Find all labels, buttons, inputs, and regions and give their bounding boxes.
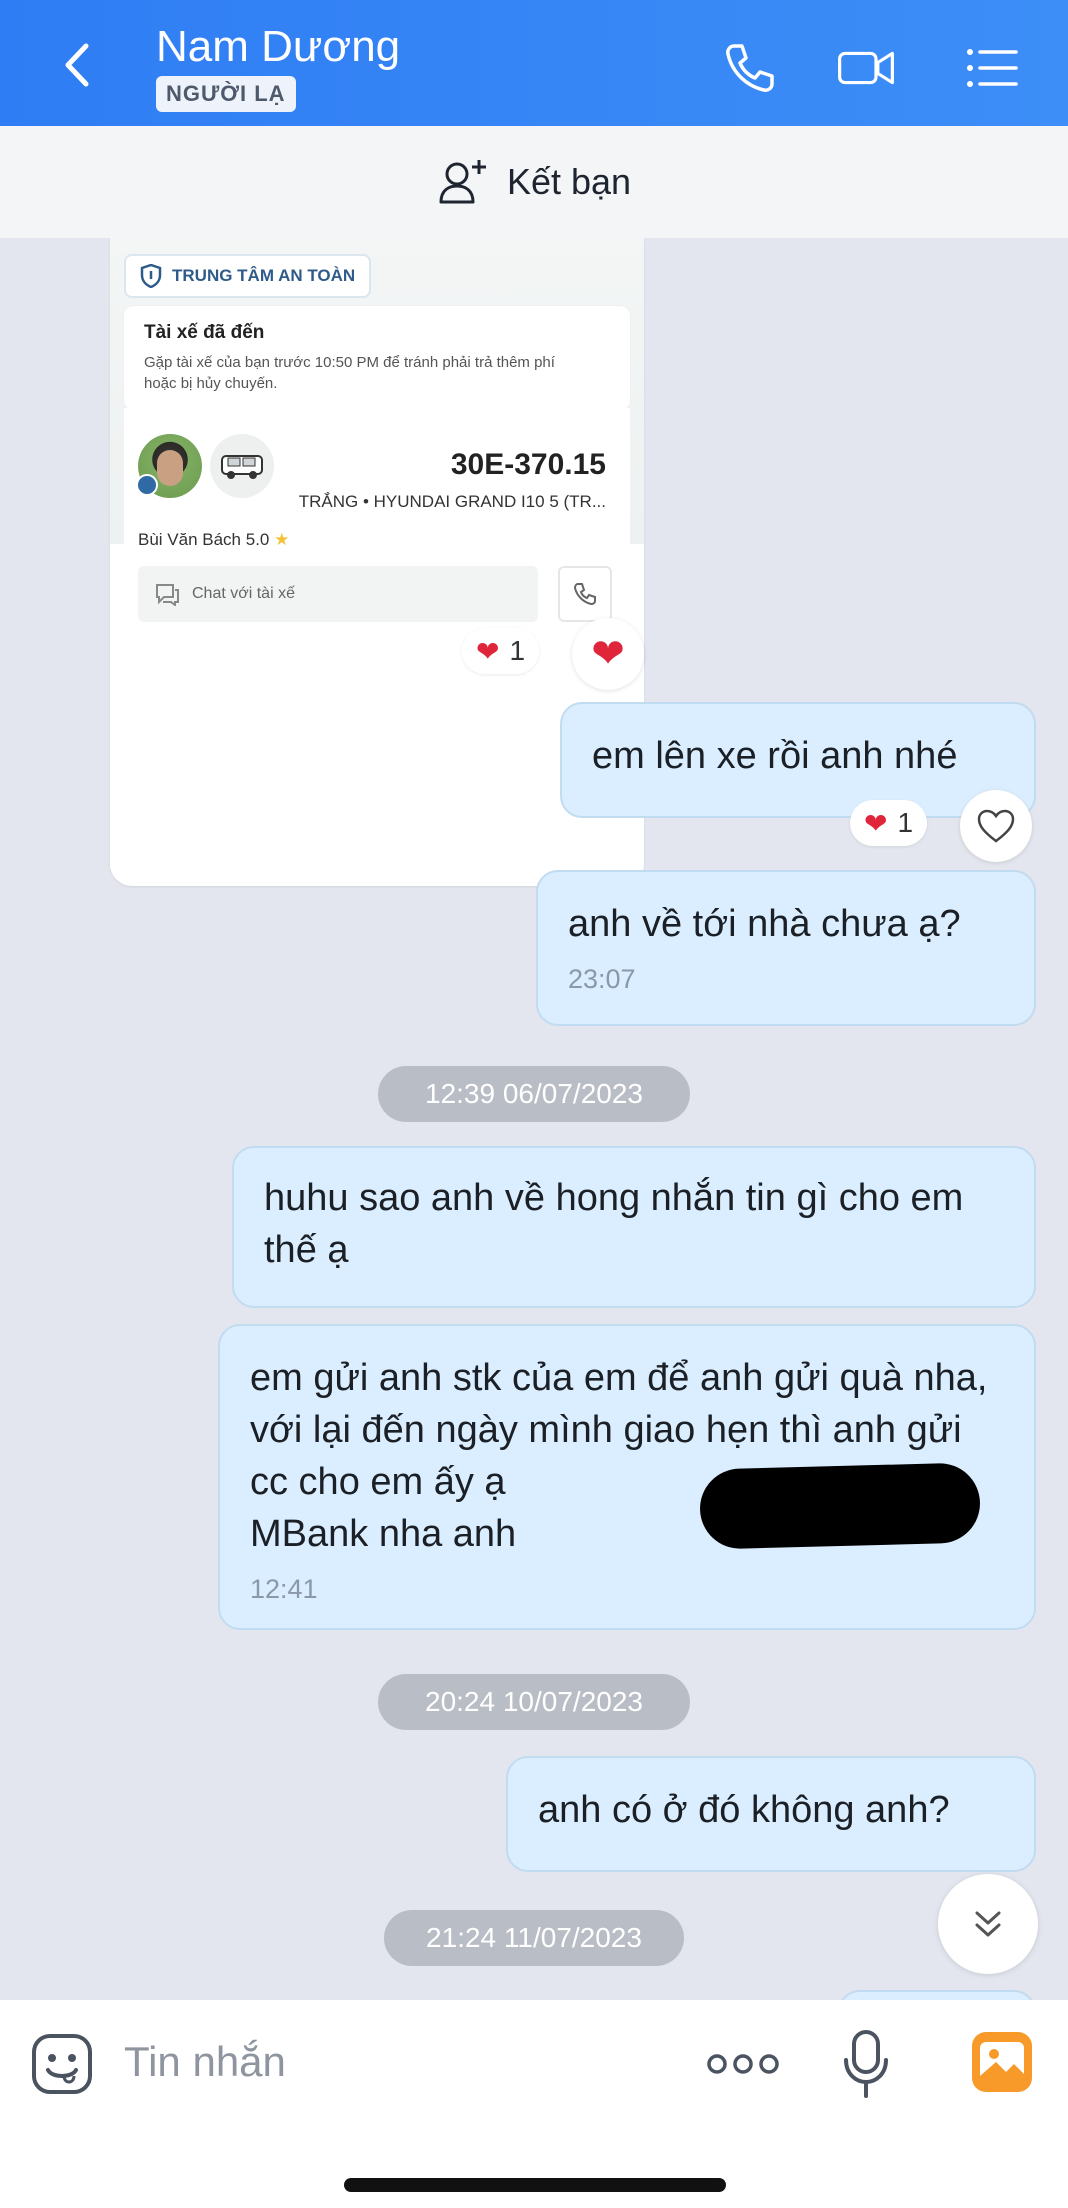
message-text: anh có ở đó không anh? — [538, 1789, 950, 1831]
safety-center-chip: TRUNG TÂM AN TOÀN — [124, 254, 372, 298]
driver-name: Bùi Văn Bách — [138, 530, 242, 549]
react-heart-button[interactable]: ❤ — [572, 618, 644, 690]
message-bubble[interactable]: em lên xe rồi anh nhé — [560, 702, 1036, 818]
message-text: huhu sao anh về hong nhắn tin gì cho em … — [264, 1177, 964, 1271]
driver-avatar — [136, 434, 202, 498]
arrived-text-1: Gặp tài xế của bạn trước 10:50 PM để trá… — [144, 354, 555, 371]
chat-driver-field: Chat với tài xế — [138, 566, 538, 622]
stranger-badge: NGƯỜI LẠ — [156, 76, 296, 112]
back-arrow-icon[interactable] — [54, 40, 104, 90]
message-text: em lên xe rồi anh nhé — [592, 735, 958, 777]
driver-rating: 5.0 — [245, 530, 270, 549]
double-chevron-down-icon — [975, 1911, 1001, 1937]
video-call-icon[interactable] — [836, 38, 896, 98]
reaction-count: 1 — [897, 807, 914, 838]
chat-bubble-icon — [156, 584, 179, 606]
gallery-icon[interactable] — [970, 2030, 1034, 2094]
date-separator: 20:24 10/07/2023 — [378, 1674, 690, 1730]
message-time: 12:41 — [250, 1574, 318, 1604]
verified-badge-icon — [136, 474, 158, 496]
sticker-icon[interactable] — [30, 2032, 94, 2096]
message-text-2: MBank nha anh — [250, 1513, 517, 1555]
reaction-summary[interactable]: ❤ 1 — [462, 628, 540, 674]
reaction-count: 1 — [509, 635, 526, 666]
add-friend-button[interactable]: Kết bạn — [0, 126, 1068, 238]
call-driver-icon — [558, 566, 612, 622]
chat-header: Nam Dương NGƯỜI LẠ — [0, 0, 1068, 126]
contact-name[interactable]: Nam Dương — [156, 22, 400, 72]
message-input[interactable]: Tin nhắn — [124, 2038, 286, 2086]
license-plate: 30E-370.15 — [450, 448, 606, 481]
phone-icon[interactable] — [720, 38, 780, 98]
message-text: anh về tới nhà chưa ạ? — [568, 903, 961, 945]
car-info: TRẮNG • HYUNDAI GRAND I10 5 (TR... — [298, 492, 606, 511]
message-input-bar: Tin nhắn — [0, 2000, 1068, 2208]
add-friend-label: Kết bạn — [506, 161, 632, 202]
car-icon — [210, 434, 274, 498]
reaction-summary[interactable]: ❤ 1 — [850, 800, 928, 846]
more-options-icon[interactable] — [706, 2046, 780, 2082]
date-text: 21:24 11/07/2023 — [426, 1922, 642, 1953]
heart-icon: ❤ — [476, 635, 500, 667]
star-icon: ★ — [274, 530, 290, 549]
message-bubble[interactable]: anh có ở đó không anh? — [506, 1756, 1036, 1872]
shield-icon — [140, 264, 162, 288]
message-bubble[interactable]: anh về tới nhà chưa ạ? 23:07 — [536, 870, 1036, 1026]
message-time: 23:07 — [568, 964, 636, 994]
home-indicator — [344, 2178, 726, 2192]
microphone-icon[interactable] — [840, 2028, 892, 2100]
driver-name-rating: Bùi Văn Bách 5.0 ★ — [138, 530, 289, 550]
react-button[interactable] — [960, 790, 1032, 862]
heart-filled-icon: ❤ — [591, 632, 625, 676]
chat-driver-label: Chat với tài xế — [192, 585, 295, 602]
scroll-to-bottom-button[interactable] — [938, 1874, 1038, 1974]
message-list[interactable]: TRUNG TÂM AN TOÀN Tài xế đã đến Gặp tài … — [0, 238, 1068, 2000]
menu-icon[interactable] — [962, 38, 1022, 98]
message-bubble-partial[interactable] — [838, 1990, 1036, 2000]
arrived-text-2: hoặc bị hủy chuyến. — [144, 375, 278, 392]
driver-panel: 30E-370.15 TRẮNG • HYUNDAI GRAND I10 5 (… — [124, 408, 630, 630]
driver-arrived-panel: Tài xế đã đến Gặp tài xế của bạn trước 1… — [124, 306, 630, 410]
arrived-title: Tài xế đã đến — [144, 322, 265, 343]
date-separator: 12:39 06/07/2023 — [378, 1066, 690, 1122]
safety-label: TRUNG TÂM AN TOÀN — [172, 266, 356, 285]
message-bubble[interactable]: huhu sao anh về hong nhắn tin gì cho em … — [232, 1146, 1036, 1308]
redaction-mark — [699, 1462, 981, 1550]
date-separator: 21:24 11/07/2023 — [384, 1910, 684, 1966]
heart-icon: ❤ — [864, 807, 888, 839]
heart-outline-icon — [977, 809, 1015, 843]
date-text: 12:39 06/07/2023 — [425, 1078, 643, 1109]
date-text: 20:24 10/07/2023 — [425, 1686, 643, 1717]
add-friend-icon — [439, 160, 486, 204]
